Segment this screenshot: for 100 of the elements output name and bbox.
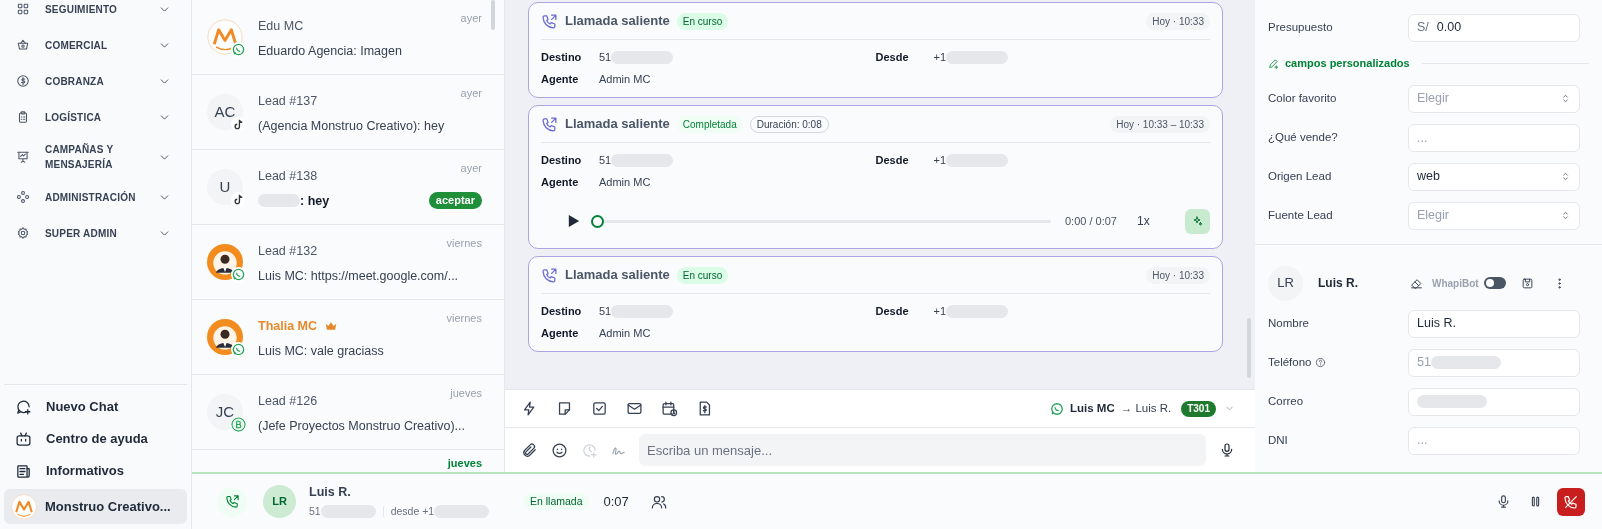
- field-label: Presupuesto: [1268, 19, 1333, 35]
- message-preview: Luis MC: https://meet.google.com/...: [258, 267, 459, 285]
- up-down-icon: [1560, 93, 1571, 104]
- contact-name: Lead #138: [258, 167, 318, 185]
- chat-item[interactable]: U Lead #138 ayer : hey aceptar: [192, 150, 504, 225]
- call-status-badge: En llamada: [524, 493, 589, 510]
- caller-name: Luis R.: [309, 484, 352, 502]
- call-button[interactable]: [217, 486, 247, 517]
- field-value: +1: [933, 303, 947, 319]
- budget-field[interactable]: S/ 0.00: [1408, 13, 1580, 42]
- text-field[interactable]: [1408, 387, 1580, 416]
- caller-source: desde +1: [390, 504, 435, 519]
- checkbox-icon[interactable]: [591, 400, 608, 417]
- toggle-switch[interactable]: [1483, 277, 1506, 289]
- call-time: Hoy · 10:33: [1146, 12, 1210, 30]
- text-field: 51: [1408, 348, 1580, 377]
- text-field[interactable]: ...: [1408, 123, 1580, 152]
- outgoing-call-icon: [541, 115, 558, 133]
- chat-item[interactable]: JC Lead #126 jueves (Jefe Proyectos Monstruo Creativo)...: [192, 375, 504, 450]
- message-preview: : hey: [300, 192, 330, 210]
- save-icon[interactable]: [1520, 276, 1534, 290]
- up-down-icon: [1560, 210, 1571, 221]
- chat-item[interactable]: Thalia MC viernes Luis MC: vale graciass: [192, 300, 504, 375]
- up-down-icon: [1560, 171, 1571, 182]
- field-label: Destino: [541, 303, 583, 319]
- calendar-clock-icon[interactable]: [661, 400, 678, 417]
- menu-item[interactable]: LOGÍSTICA: [45, 109, 143, 125]
- field-label: Color favorito: [1268, 90, 1337, 106]
- attach-icon[interactable]: [521, 441, 538, 459]
- call-timer: 0:07: [603, 492, 629, 511]
- message-preview: (Jefe Proyectos Monstruo Creativo)...: [258, 417, 466, 435]
- text-field[interactable]: Luis R.: [1408, 309, 1580, 338]
- field-label: Correo: [1268, 393, 1304, 409]
- business-badge-icon: [231, 417, 246, 432]
- call-title: Llamada saliente: [565, 266, 670, 285]
- note-icon[interactable]: [556, 400, 573, 417]
- menu-item[interactable]: COBRANZA: [45, 73, 143, 89]
- menu-icon: [16, 38, 30, 52]
- accept-button[interactable]: aceptar: [428, 192, 482, 210]
- whatsapp-badge-icon: [231, 42, 246, 57]
- microphone-icon[interactable]: [1496, 494, 1511, 509]
- field-value: +1: [933, 49, 947, 65]
- chat-time: ayer: [460, 10, 482, 26]
- avatar: LR: [1268, 265, 1303, 301]
- progress-thumb[interactable]: [591, 214, 604, 228]
- field-label: Teléfono: [1268, 354, 1312, 370]
- field-value: Admin MC: [599, 325, 651, 341]
- contact-name: Luis R.: [1318, 275, 1359, 292]
- avatar: LR: [263, 485, 296, 518]
- field-label: Desde: [875, 303, 910, 319]
- emoji-icon[interactable]: [551, 441, 568, 459]
- recipient-name: → Luis R.: [1120, 400, 1172, 416]
- menu-item[interactable]: ADMINISTRACIÓN: [45, 189, 143, 205]
- menu-icon: [16, 190, 30, 204]
- menu-icon: [16, 226, 30, 240]
- field-label: Desde: [875, 152, 910, 168]
- speed-button[interactable]: 1x: [1137, 212, 1167, 230]
- bot-label: WhapiBot: [1432, 276, 1479, 291]
- message-input[interactable]: Escriba un mensaje...: [639, 434, 1206, 466]
- sparkle-button[interactable]: [1185, 208, 1210, 234]
- contact-name: Edu MC: [258, 17, 304, 35]
- menu-icon: [16, 110, 30, 124]
- mail-icon[interactable]: [626, 400, 643, 417]
- field-label: Agente: [541, 174, 580, 190]
- avatar: JC: [207, 394, 243, 430]
- scrollbar[interactable]: [491, 0, 495, 30]
- menu-item[interactable]: COMERCIAL: [45, 37, 143, 53]
- menu-item[interactable]: SEGUIMIENTO: [45, 1, 143, 17]
- hang-up-icon: [1563, 493, 1579, 510]
- chat-time: viernes: [446, 235, 482, 251]
- whatsapp-badge-icon: [231, 342, 246, 357]
- select-field[interactable]: web: [1408, 162, 1580, 191]
- field-label: Destino: [541, 49, 583, 65]
- field-label: ¿Qué vende?: [1268, 129, 1338, 145]
- field-label: Fuente Lead: [1268, 207, 1333, 223]
- outgoing-call-icon: [541, 12, 558, 30]
- chat-time: jueves: [447, 456, 482, 471]
- field-value: 51: [599, 303, 612, 319]
- menu-item[interactable]: CAMPAÑAS Y MENSAJERÍA: [45, 142, 143, 172]
- call-title: Llamada saliente: [565, 115, 670, 134]
- chat-item[interactable]: Edu MC ayer Eduardo Agencia: Imagen: [192, 0, 504, 75]
- chat-time: ayer: [460, 160, 482, 176]
- chat-item[interactable]: Lead #132 viernes Luis MC: https://meet.google.com/...: [192, 225, 504, 300]
- whatsapp-badge-icon: [231, 267, 246, 282]
- avatar: AC: [207, 94, 243, 130]
- hang-up-button[interactable]: [1557, 487, 1585, 516]
- newspaper-icon: [15, 462, 32, 480]
- account-switcher[interactable]: Monstruo Creativo...: [4, 489, 187, 524]
- people-icon[interactable]: [650, 493, 667, 510]
- chat-item[interactable]: AC Lead #137 ayer (Agencia Monstruo Creativo): hey: [192, 75, 504, 150]
- microphone-icon[interactable]: [1219, 442, 1235, 458]
- sidebar-link[interactable]: Nuevo Chat: [46, 397, 119, 417]
- contact-name: Lead #132: [258, 242, 318, 260]
- eraser-icon[interactable]: [1410, 276, 1423, 290]
- audio-slider[interactable]: [591, 214, 1051, 228]
- sidebar-link[interactable]: Informativos: [46, 461, 124, 481]
- outgoing-call-icon: [224, 494, 240, 509]
- menu-item[interactable]: SUPER ADMIN: [45, 225, 143, 241]
- menu-icon: [16, 74, 30, 88]
- sidebar-link[interactable]: Centro de ayuda: [46, 429, 148, 449]
